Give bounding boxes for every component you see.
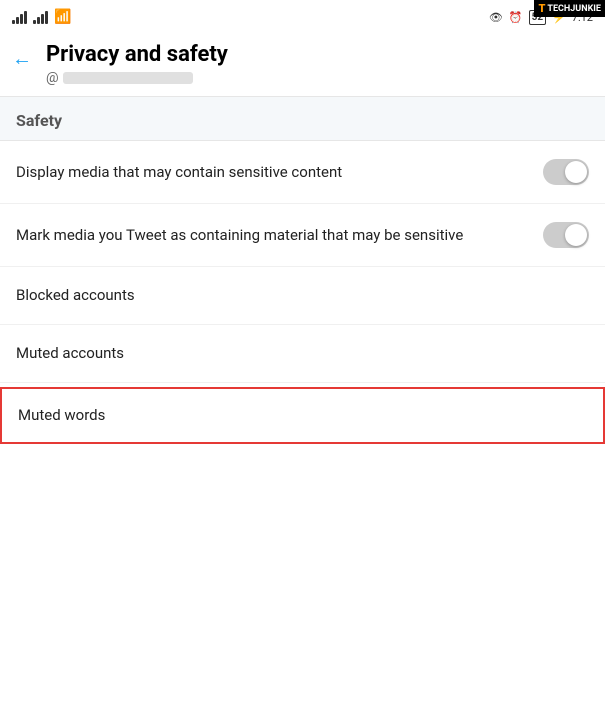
status-left: 📶 [12, 9, 71, 25]
header-username: @ [46, 70, 228, 86]
toggle-mark-media[interactable] [543, 222, 589, 248]
alarm-icon: ⏰ [509, 11, 523, 24]
eye-icon: 👁 [489, 11, 503, 24]
setting-mark-media[interactable]: Mark media you Tweet as containing mater… [0, 204, 605, 267]
setting-mark-media-text: Mark media you Tweet as containing mater… [16, 225, 463, 246]
setting-muted-words-text: Muted words [18, 405, 105, 426]
tj-t: T [538, 2, 545, 15]
setting-display-media[interactable]: Display media that may contain sensitive… [0, 141, 605, 204]
username-placeholder [63, 72, 193, 84]
page-title: Privacy and safety [46, 42, 228, 68]
setting-display-media-text: Display media that may contain sensitive… [16, 162, 342, 183]
setting-blocked-accounts[interactable]: Blocked accounts [0, 267, 605, 325]
techjunkie-badge: T TECHJUNKIE [534, 0, 605, 17]
setting-muted-accounts[interactable]: Muted accounts [0, 325, 605, 383]
back-button[interactable]: ← [12, 46, 32, 71]
setting-muted-accounts-text: Muted accounts [16, 343, 124, 364]
settings-list: Display media that may contain sensitive… [0, 141, 605, 444]
status-bar: 📶 👁 ⏰ 52 ⚡ 7:12 [0, 0, 605, 32]
safety-section-header: Safety [0, 97, 605, 141]
page-header: ← Privacy and safety @ [0, 32, 605, 97]
tj-label: TECHJUNKIE [547, 4, 601, 14]
at-symbol: @ [46, 70, 59, 86]
setting-muted-words[interactable]: Muted words [0, 387, 605, 444]
toggle-display-media[interactable] [543, 159, 589, 185]
signal-icon-2 [33, 10, 48, 24]
signal-icon-1 [12, 10, 27, 24]
header-title-block: Privacy and safety @ [46, 42, 228, 86]
wifi-icon: 📶 [54, 9, 71, 25]
setting-blocked-accounts-text: Blocked accounts [16, 285, 135, 306]
section-title: Safety [16, 111, 589, 130]
